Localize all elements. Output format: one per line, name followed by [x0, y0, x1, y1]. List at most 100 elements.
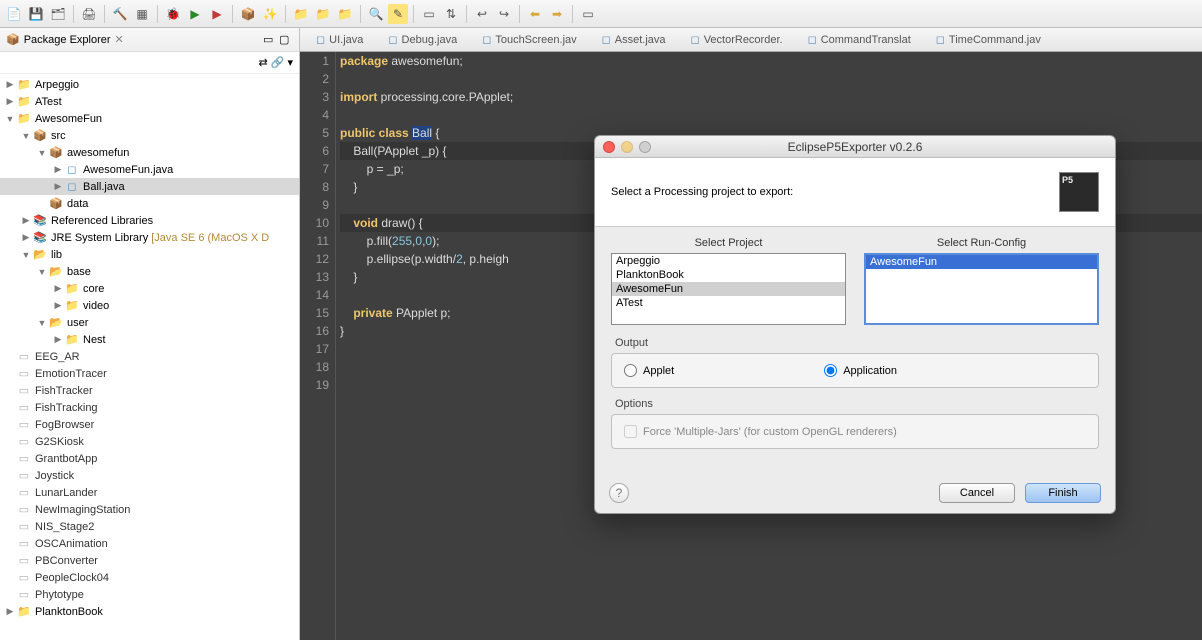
tb-saveall-icon[interactable]: 🗂: [48, 4, 68, 24]
tree-item[interactable]: ▼📦awesomefun: [0, 144, 299, 161]
view-menu-icon[interactable]: ▾: [287, 56, 293, 69]
tree-item[interactable]: ▭EEG_AR: [0, 348, 299, 365]
tb-package-icon[interactable]: 📦: [238, 4, 258, 24]
tb-next-icon[interactable]: ↪: [494, 4, 514, 24]
tb-prev-icon[interactable]: ↩: [472, 4, 492, 24]
tb-back-icon[interactable]: ⬅: [525, 4, 545, 24]
tree-item[interactable]: ▭Phytotype: [0, 586, 299, 603]
disclosure-arrow-icon[interactable]: ▶: [20, 215, 32, 227]
collapse-all-icon[interactable]: ⇄: [259, 56, 268, 69]
disclosure-arrow-icon[interactable]: ▼: [36, 147, 48, 159]
tree-item[interactable]: 📦data: [0, 195, 299, 212]
tree-item[interactable]: ▶📁video: [0, 297, 299, 314]
disclosure-arrow-icon[interactable]: ▶: [52, 283, 64, 295]
tb-last-icon[interactable]: ▭: [578, 4, 598, 24]
project-tree[interactable]: ▶📁Arpeggio▶📁ATest▼📁AwesomeFun▼📦src▼📦awes…: [0, 74, 299, 640]
disclosure-arrow-icon[interactable]: [4, 521, 16, 533]
project-item[interactable]: ATest: [612, 296, 845, 310]
tb-sync-icon[interactable]: ⇅: [441, 4, 461, 24]
cancel-button[interactable]: Cancel: [939, 483, 1015, 503]
project-item[interactable]: AwesomeFun: [612, 282, 845, 296]
close-view-icon[interactable]: ✕: [115, 33, 124, 46]
editor-tab[interactable]: ◻UI.java: [304, 30, 376, 49]
tree-item[interactable]: ▶📁PlanktonBook: [0, 603, 299, 620]
tree-item[interactable]: ▶◻Ball.java: [0, 178, 299, 195]
tb-build-icon[interactable]: 🔨: [110, 4, 130, 24]
tb-print-icon[interactable]: 🖨: [79, 4, 99, 24]
disclosure-arrow-icon[interactable]: [4, 470, 16, 482]
tb-fwd-icon[interactable]: ➡: [547, 4, 567, 24]
runconfig-item[interactable]: AwesomeFun: [866, 255, 1097, 269]
tree-item[interactable]: ▭PeopleClock04: [0, 569, 299, 586]
tb-highlight-icon[interactable]: ✎: [388, 4, 408, 24]
tree-item[interactable]: ▭NIS_Stage2: [0, 518, 299, 535]
editor-tab[interactable]: ◻Asset.java: [590, 30, 679, 49]
disclosure-arrow-icon[interactable]: [4, 402, 16, 414]
disclosure-arrow-icon[interactable]: ▼: [36, 266, 48, 278]
disclosure-arrow-icon[interactable]: ▶: [4, 96, 16, 108]
tb-debug-icon[interactable]: 🐞: [163, 4, 183, 24]
disclosure-arrow-icon[interactable]: ▼: [4, 113, 16, 125]
disclosure-arrow-icon[interactable]: [4, 453, 16, 465]
editor-tab[interactable]: ◻CommandTranslat: [796, 30, 924, 49]
disclosure-arrow-icon[interactable]: [4, 572, 16, 584]
tree-item[interactable]: ▶◻AwesomeFun.java: [0, 161, 299, 178]
runconfig-listbox[interactable]: AwesomeFun: [864, 253, 1099, 325]
output-application-radio[interactable]: Application: [824, 364, 897, 377]
editor-tab[interactable]: ◻TimeCommand.jav: [924, 30, 1054, 49]
tb-grid-icon[interactable]: ▦: [132, 4, 152, 24]
tree-item[interactable]: ▭FishTracker: [0, 382, 299, 399]
disclosure-arrow-icon[interactable]: [4, 419, 16, 431]
output-applet-radio[interactable]: Applet: [624, 364, 674, 377]
tree-item[interactable]: ▼📦src: [0, 127, 299, 144]
multijar-checkbox[interactable]: Force 'Multiple-Jars' (for custom OpenGL…: [624, 425, 897, 438]
help-icon[interactable]: ?: [609, 483, 629, 503]
tb-folder2-icon[interactable]: 📁: [313, 4, 333, 24]
tree-item[interactable]: ▼📁AwesomeFun: [0, 110, 299, 127]
disclosure-arrow-icon[interactable]: [4, 385, 16, 397]
disclosure-arrow-icon[interactable]: ▼: [20, 249, 32, 261]
tree-item[interactable]: ▶📚JRE System Library [Java SE 6 (MacOS X…: [0, 229, 299, 246]
tb-wizard-icon[interactable]: ✨: [260, 4, 280, 24]
disclosure-arrow-icon[interactable]: [36, 198, 48, 210]
tree-item[interactable]: ▶📁ATest: [0, 93, 299, 110]
disclosure-arrow-icon[interactable]: ▶: [52, 164, 64, 176]
disclosure-arrow-icon[interactable]: [4, 555, 16, 567]
dialog-titlebar[interactable]: EclipseP5Exporter v0.2.6: [595, 136, 1115, 158]
tree-item[interactable]: ▭FishTracking: [0, 399, 299, 416]
tree-item[interactable]: ▼📂lib: [0, 246, 299, 263]
tree-item[interactable]: ▭PBConverter: [0, 552, 299, 569]
tree-item[interactable]: ▭GrantbotApp: [0, 450, 299, 467]
tb-save-icon[interactable]: 💾: [26, 4, 46, 24]
tb-outline-icon[interactable]: ▭: [419, 4, 439, 24]
tree-item[interactable]: ▭LunarLander: [0, 484, 299, 501]
tree-item[interactable]: ▭Joystick: [0, 467, 299, 484]
tb-folder3-icon[interactable]: 📁: [335, 4, 355, 24]
tree-item[interactable]: ▶📁Arpeggio: [0, 76, 299, 93]
disclosure-arrow-icon[interactable]: [4, 504, 16, 516]
editor-tab[interactable]: ◻TouchScreen.jav: [470, 30, 589, 49]
tree-item[interactable]: ▭EmotionTracer: [0, 365, 299, 382]
editor-tab[interactable]: ◻VectorRecorder.: [679, 30, 796, 49]
maximize-icon[interactable]: ▢: [279, 33, 293, 47]
tree-item[interactable]: ▭G2SKiosk: [0, 433, 299, 450]
disclosure-arrow-icon[interactable]: ▶: [52, 334, 64, 346]
tree-item[interactable]: ▭NewImagingStation: [0, 501, 299, 518]
disclosure-arrow-icon[interactable]: ▶: [20, 232, 32, 244]
disclosure-arrow-icon[interactable]: ▶: [52, 300, 64, 312]
disclosure-arrow-icon[interactable]: [4, 487, 16, 499]
link-editor-icon[interactable]: 🔗: [271, 56, 285, 69]
disclosure-arrow-icon[interactable]: ▶: [4, 606, 16, 618]
finish-button[interactable]: Finish: [1025, 483, 1101, 503]
disclosure-arrow-icon[interactable]: [4, 436, 16, 448]
tree-item[interactable]: ▶📁core: [0, 280, 299, 297]
disclosure-arrow-icon[interactable]: ▼: [36, 317, 48, 329]
disclosure-arrow-icon[interactable]: [4, 368, 16, 380]
editor-tab[interactable]: ◻Debug.java: [376, 30, 470, 49]
tb-search-icon[interactable]: 🔍: [366, 4, 386, 24]
project-item[interactable]: PlanktonBook: [612, 268, 845, 282]
project-listbox[interactable]: ArpeggioPlanktonBookAwesomeFunATest: [611, 253, 846, 325]
tree-item[interactable]: ▼📂base: [0, 263, 299, 280]
disclosure-arrow-icon[interactable]: ▼: [20, 130, 32, 142]
disclosure-arrow-icon[interactable]: ▶: [52, 181, 64, 193]
